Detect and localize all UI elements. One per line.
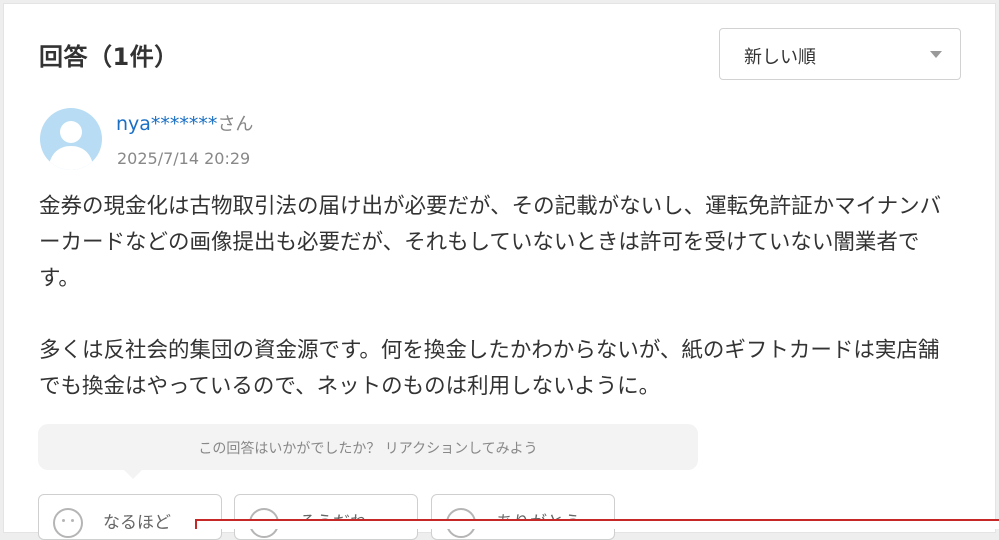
reaction-prompt-text: この回答はいかがでしたか？ リアクションしてみよう [198,441,538,457]
answer-paragraph: 多くは反社会的集団の資金源です。何を換金したかわからないが、紙のギフトカードは実… [39,338,940,399]
chevron-down-icon [930,51,942,58]
answers-heading: 回答（1件） [39,43,179,71]
face-icon [53,508,83,538]
avatar[interactable] [40,108,102,170]
answerer-info: nya*******さん [116,110,253,136]
reaction-prompt-bubble: この回答はいかがでしたか？ リアクションしてみよう [38,424,698,479]
sort-order-value: 新しい順 [744,47,816,68]
answer-body: 金券の現金化は古物取引法の届け出が必要だが、その記載がないし、運転免許証かマイナ… [39,189,959,405]
honorific-suffix: さん [217,114,254,135]
answerer-name-link[interactable]: nya******* [116,113,217,135]
answer-paragraph: 金券の現金化は古物取引法の届け出が必要だが、その記載がないし、運転免許証かマイナ… [39,194,942,291]
answers-panel: 回答（1件） 新しい順 nya*******さん 2025/7/14 20:29… [3,3,996,540]
default-user-icon [48,121,94,170]
overlay-popup-edge [195,519,999,529]
sort-order-select[interactable]: 新しい順 [719,28,961,80]
reaction-soudane-button[interactable]: そうだね [234,494,418,540]
reaction-naruhodo-button[interactable]: なるほど [38,494,222,540]
reaction-arigatou-button[interactable]: ありがとう [431,494,615,540]
reaction-label: なるほど [103,513,171,533]
answer-timestamp: 2025/7/14 20:29 [117,149,251,168]
